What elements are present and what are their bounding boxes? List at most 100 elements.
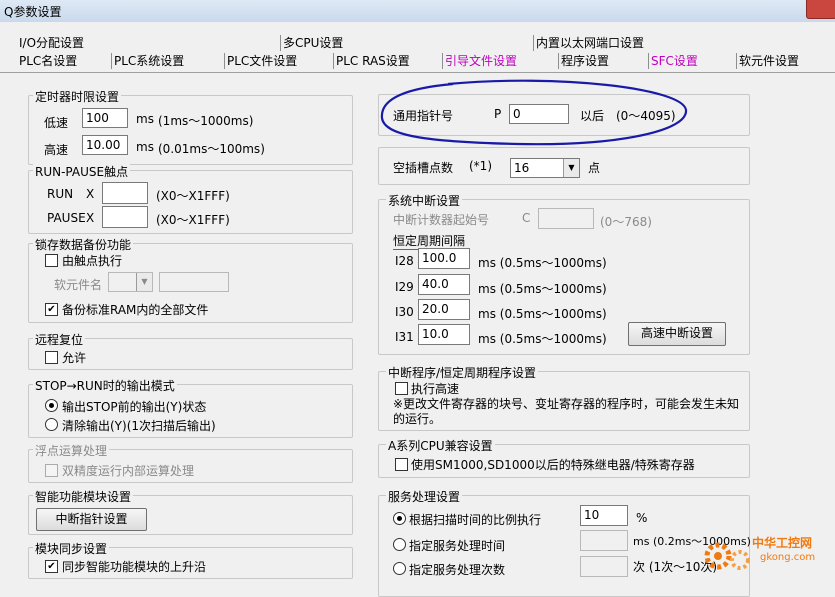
- gear-icon: [704, 542, 750, 570]
- low-speed-label: 低速: [44, 116, 69, 130]
- tab-ethernet-port[interactable]: 内置以太网端口设置: [533, 35, 644, 51]
- tab-sfc[interactable]: SFC设置: [648, 53, 698, 69]
- empty-slot-label: 空插槽点数: [393, 161, 454, 175]
- empty-slot-select[interactable]: 16 ▼: [510, 158, 580, 178]
- i29-label: I29: [395, 280, 414, 294]
- i29-input[interactable]: 40.0: [418, 274, 470, 295]
- output-before-stop-radio[interactable]: [45, 399, 58, 412]
- watermark-url: gkong.com: [760, 552, 816, 563]
- pause-contact-input[interactable]: [102, 206, 148, 228]
- watermark: 中华工控网 gkong.com: [700, 530, 830, 580]
- low-speed-input[interactable]: 100: [82, 108, 128, 128]
- fast-exec-label: 执行高速: [411, 382, 460, 396]
- remote-reset-checkbox[interactable]: [45, 351, 58, 364]
- run-contact-input[interactable]: [102, 182, 148, 204]
- a-series-title: A系列CPU兼容设置: [386, 437, 495, 454]
- i30-range: ms (0.5ms～1000ms): [478, 307, 607, 321]
- high-speed-range: (0.01ms～100ms): [158, 142, 265, 156]
- annotation-ellipse: [380, 79, 688, 146]
- device-number-input[interactable]: [159, 272, 229, 292]
- scan-ratio-input[interactable]: 10: [580, 505, 628, 526]
- timer-group-title: 定时器时限设置: [33, 88, 122, 105]
- double-precision-label: 双精度运行内部运算处理: [62, 464, 195, 478]
- close-button[interactable]: [806, 0, 835, 19]
- tab-plc-file[interactable]: PLC文件设置: [224, 53, 297, 69]
- counter-start-input[interactable]: [538, 208, 594, 229]
- tab-device[interactable]: 软元件设置: [736, 53, 799, 69]
- stop-run-title: STOP→RUN时的输出模式: [33, 377, 177, 394]
- i28-input[interactable]: 100.0: [418, 248, 470, 269]
- clear-output-radio[interactable]: [45, 418, 58, 431]
- high-speed-input[interactable]: 10.00: [82, 135, 128, 155]
- i28-range: ms (0.5ms～1000ms): [478, 256, 607, 270]
- sync-rise-checkbox[interactable]: ✔: [45, 560, 58, 573]
- run-pause-title: RUN-PAUSE触点: [33, 163, 131, 180]
- tab-multi-cpu[interactable]: 多CPU设置: [280, 35, 343, 51]
- watermark-text: 中华工控网: [752, 536, 813, 550]
- use-sm-checkbox[interactable]: [395, 458, 408, 471]
- tab-strip: I/O分配设置 多CPU设置 内置以太网端口设置 PLC名设置 PLC系统设置 …: [0, 22, 835, 72]
- pause-range: (X0～X1FFF): [156, 213, 230, 227]
- remote-reset-label: 允许: [62, 351, 87, 365]
- fast-interrupt-button[interactable]: 高速中断设置: [628, 322, 726, 346]
- empty-slot-unit: 点: [588, 161, 601, 175]
- counter-c-label: C: [522, 211, 531, 225]
- i31-range: ms (0.5ms～1000ms): [478, 332, 607, 346]
- service-time-label: 指定服务处理时间: [409, 539, 506, 553]
- service-count-radio[interactable]: [393, 562, 406, 575]
- run-x-prefix: X: [86, 187, 95, 201]
- backup-all-label: 备份标准RAM内的全部文件: [62, 303, 209, 317]
- tab-plc-name[interactable]: PLC名设置: [17, 53, 77, 69]
- interrupt-prog-title: 中断程序/恒定周期程序设置: [386, 364, 539, 381]
- device-name-select[interactable]: ▼: [108, 272, 153, 292]
- run-range: (X0～X1FFF): [156, 189, 230, 203]
- pause-x-prefix: X: [86, 211, 95, 225]
- counter-range: (0～768): [600, 215, 652, 229]
- sys-interrupt-title: 系统中断设置: [386, 192, 463, 209]
- use-sm-label: 使用SM1000,SD1000以后的特殊继电器/特殊寄存器: [411, 458, 695, 472]
- tab-program[interactable]: 程序设置: [558, 53, 609, 69]
- contact-exec-checkbox[interactable]: [45, 254, 58, 267]
- float-title: 浮点运算处理: [33, 442, 110, 459]
- remote-reset-title: 远程复位: [33, 331, 86, 348]
- device-name-label: 软元件名: [54, 278, 103, 292]
- window-title: Q参数设置: [4, 5, 62, 19]
- chevron-down-icon: ▼: [563, 159, 579, 177]
- tab-plc-ras[interactable]: PLC RAS设置: [333, 53, 410, 69]
- low-speed-range: (1ms～1000ms): [158, 114, 254, 128]
- run-label: RUN: [47, 187, 74, 201]
- module-sync-title: 模块同步设置: [33, 540, 110, 557]
- interrupt-prog-note: ※更改文件寄存器的块号、变址寄存器的程序时，可能会发生未知的运行。: [393, 397, 740, 426]
- i31-input[interactable]: 10.0: [418, 324, 470, 345]
- chevron-down-icon: ▼: [136, 273, 152, 291]
- output-before-stop-label: 输出STOP前的输出(Y)状态: [62, 400, 207, 414]
- pause-label: PAUSE: [47, 211, 86, 225]
- annotation-stroke: [380, 79, 688, 146]
- i31-label: I31: [395, 330, 414, 344]
- counter-start-label: 中断计数器起始号: [393, 213, 490, 227]
- double-precision-checkbox[interactable]: [45, 464, 58, 477]
- fast-exec-checkbox[interactable]: [395, 382, 408, 395]
- clear-output-label: 清除输出(Y)(1次扫描后输出): [62, 419, 216, 433]
- contact-exec-label: 由触点执行: [62, 254, 123, 268]
- i28-label: I28: [395, 254, 414, 268]
- scan-ratio-unit: %: [636, 511, 648, 525]
- service-time-input[interactable]: [580, 530, 628, 551]
- scan-ratio-radio[interactable]: [393, 512, 406, 525]
- i29-range: ms (0.5ms～1000ms): [478, 282, 607, 296]
- tab-io-assignment[interactable]: I/O分配设置: [17, 35, 84, 51]
- backup-all-checkbox[interactable]: ✔: [45, 303, 58, 316]
- sync-rise-label: 同步智能功能模块的上升沿: [62, 560, 207, 574]
- service-title: 服务处理设置: [386, 488, 463, 505]
- empty-slot-note: (*1): [469, 159, 492, 173]
- tab-boot-file[interactable]: 引导文件设置: [442, 53, 517, 69]
- empty-slot-value: 16: [514, 161, 530, 175]
- high-speed-label: 高速: [44, 143, 69, 157]
- interrupt-pointer-button[interactable]: 中断指针设置: [36, 508, 147, 531]
- service-count-input[interactable]: [580, 556, 628, 577]
- latch-title: 锁存数据备份功能: [33, 236, 134, 253]
- i30-input[interactable]: 20.0: [418, 299, 470, 320]
- service-time-radio[interactable]: [393, 538, 406, 551]
- tab-plc-system[interactable]: PLC系统设置: [111, 53, 184, 69]
- scan-ratio-label: 根据扫描时间的比例执行: [409, 513, 542, 527]
